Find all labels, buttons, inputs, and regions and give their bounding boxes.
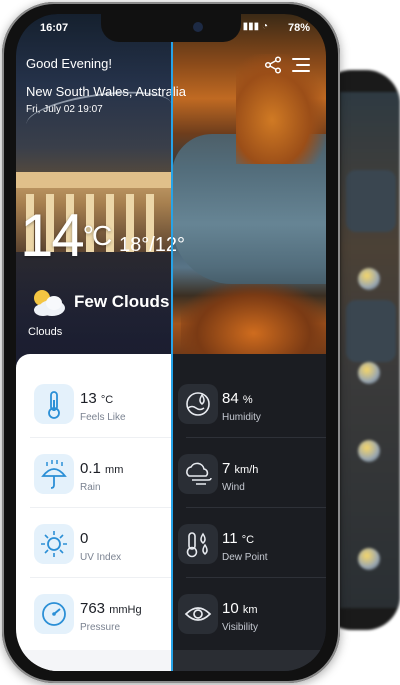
rain-value: 0.1 <box>80 460 101 477</box>
location-name[interactable]: New South Wales, Australia <box>26 84 186 99</box>
uv-index-label: UV Index <box>80 552 122 563</box>
sun-icon <box>34 524 74 564</box>
phone-screen: 16:07 ▮▮▮ ◔ 78% Good Evening! New South … <box>16 14 326 671</box>
battery-level: 78% <box>287 22 310 34</box>
detail-row-uv-index: 0 UV Index <box>16 508 172 578</box>
phone-frame: 16:07 ▮▮▮ ◔ 78% Good Evening! New South … <box>2 2 340 683</box>
pressure-unit: mmHg <box>109 604 142 616</box>
temperature-unit: °C <box>82 220 112 251</box>
pressure-value: 763 <box>80 600 106 617</box>
visibility-value: 10 <box>222 600 239 617</box>
wind-unit: km/h <box>234 464 259 476</box>
detail-row-pressure: 763 mmHg Pressure <box>16 578 172 648</box>
gauge-icon <box>34 594 74 634</box>
detail-row-rain: 0.1 mm Rain <box>16 438 172 508</box>
condition-subtext: Clouds <box>28 326 63 338</box>
detail-row-humidity: 84 % Humidity <box>172 368 326 438</box>
detail-row-dew-point: 11 °C Dew Point <box>172 508 326 578</box>
visibility-unit: km <box>242 604 258 616</box>
dew-point-value: 11 <box>222 530 238 547</box>
wind-label: Wind <box>222 482 245 493</box>
detail-row-feels-like: 13 °C Feels Like <box>16 368 172 438</box>
rain-label: Rain <box>80 482 101 493</box>
dew-point-label: Dew Point <box>222 552 268 563</box>
rain-unit: mm <box>105 464 124 476</box>
temperature-value: 14 <box>20 202 85 269</box>
wind-value: 7 <box>222 460 231 477</box>
status-time: 16:07 <box>40 22 69 34</box>
humidity-label: Humidity <box>222 412 261 423</box>
uv-index-value: 0 <box>80 530 89 547</box>
rain-umbrella-icon <box>34 454 74 494</box>
status-bar: 16:07 ▮▮▮ ◔ 78% <box>16 14 326 42</box>
detail-row-wind: 7 km/h Wind <box>172 438 326 508</box>
dew-point-unit: °C <box>241 534 255 546</box>
comparison-divider[interactable] <box>171 42 173 671</box>
high-low-temperature: 18°/12° <box>119 234 186 256</box>
current-temperature: 14°C <box>20 206 112 266</box>
eye-icon <box>178 594 218 634</box>
thermometer-icon <box>34 384 74 424</box>
details-panel-light: 13 °C Feels Like 0.1 mm Rain 0 UV Index … <box>16 354 172 671</box>
feels-like-unit: °C <box>100 394 114 406</box>
pressure-label: Pressure <box>80 622 121 633</box>
humidity-unit: % <box>242 394 253 406</box>
date-time: Fri, July 02 19:07 <box>26 104 103 115</box>
condition-text: Few Clouds <box>74 292 170 311</box>
menu-icon[interactable] <box>292 58 310 72</box>
feels-like-label: Feels Like <box>80 412 126 423</box>
share-icon[interactable] <box>264 56 282 74</box>
humidity-icon <box>178 384 218 424</box>
feels-like-value: 13 <box>80 390 97 407</box>
details-panel-dark: 84 % Humidity 7 km/h Wind 11 °C Dew Poin… <box>172 354 326 671</box>
dew-point-icon <box>178 524 218 564</box>
few-clouds-icon <box>34 290 65 316</box>
signal-icon: ▮▮▮ ◔ <box>242 21 268 32</box>
greeting-text: Good Evening! <box>26 56 113 71</box>
visibility-label: Visibility <box>222 622 258 633</box>
wind-icon <box>178 454 218 494</box>
showcase-stage: 16:07 ▮▮▮ ◔ 78% Good Evening! New South … <box>0 0 400 685</box>
humidity-value: 84 <box>222 390 239 407</box>
detail-row-visibility: 10 km Visibility <box>172 578 326 648</box>
